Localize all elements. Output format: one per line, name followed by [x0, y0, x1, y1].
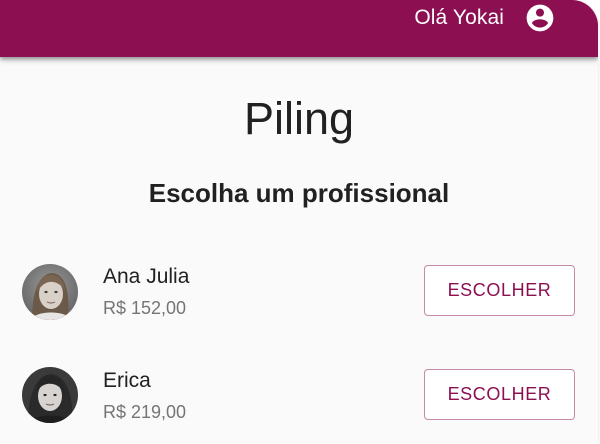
greeting-text: Olá Yokai [414, 6, 504, 29]
page-title: Piling [243, 93, 355, 144]
account-circle-icon[interactable] [524, 2, 556, 34]
page-subtitle: Escolha um profissional [148, 178, 450, 208]
professional-avatar [22, 264, 78, 320]
professional-avatar [22, 367, 78, 423]
professional-list-item: Erica R$ 219,00 ESCOLHER [0, 356, 598, 436]
choose-professional-button[interactable]: ESCOLHER [424, 369, 575, 420]
professional-price: R$ 152,00 [103, 298, 187, 318]
professional-name: Erica [103, 369, 151, 392]
professional-name: Ana Julia [103, 265, 190, 288]
choose-professional-button[interactable]: ESCOLHER [424, 265, 575, 316]
app-bar: Olá Yokai [0, 0, 598, 57]
screen: Olá Yokai Piling Escolha um profissional [0, 0, 598, 444]
professional-list-item: Ana Julia R$ 152,00 ESCOLHER [0, 252, 598, 332]
professional-price: R$ 219,00 [103, 402, 187, 422]
